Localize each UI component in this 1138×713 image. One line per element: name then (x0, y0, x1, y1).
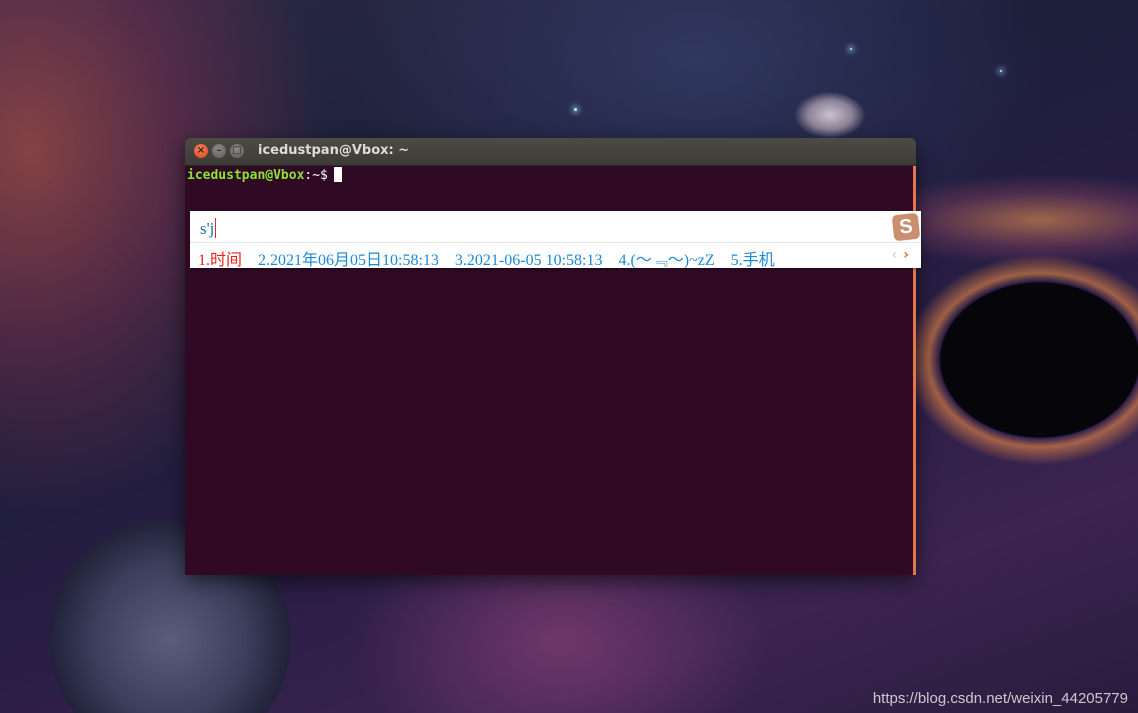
ime-divider (190, 242, 921, 243)
close-icon: × (196, 145, 206, 156)
chevron-right-icon[interactable]: › (903, 247, 909, 263)
close-button[interactable]: × (194, 144, 208, 158)
candidate-3[interactable]: 3.2021-06-05 10:58:13 (455, 252, 603, 269)
minimize-icon: – (216, 145, 222, 156)
ime-pager: ‹ › (892, 247, 909, 263)
prompt-user: icedustpan@Vbox (187, 168, 305, 183)
candidate-2[interactable]: 2.2021年06月05日10:58:13 (258, 252, 439, 269)
star-decoration (850, 48, 852, 50)
star-decoration (574, 108, 577, 111)
candidate-4[interactable]: 4.(～﹃～)~zZ (618, 252, 714, 269)
window-title: icedustpan@Vbox: ~ (258, 143, 410, 158)
window-titlebar[interactable]: × – □ icedustpan@Vbox: ~ (185, 138, 916, 166)
chevron-left-icon[interactable]: ‹ (892, 247, 898, 263)
candidate-1[interactable]: 1.时间 (198, 252, 242, 269)
ime-input-text: s'j (200, 219, 215, 238)
watermark-url: https://blog.csdn.net/weixin_44205779 (872, 690, 1128, 707)
ime-candidate-window[interactable]: s'j S 1.时间 2.2021年06月05日10:58:13 3.2021-… (190, 211, 921, 270)
star-decoration (1000, 70, 1002, 72)
maximize-button[interactable]: □ (230, 144, 244, 158)
sogou-logo-icon[interactable]: S (891, 212, 921, 242)
minimize-button[interactable]: – (212, 144, 226, 158)
text-cursor (333, 167, 342, 182)
ime-candidate-list: 1.时间 2.2021年06月05日10:58:13 3.2021-06-05 … (198, 246, 787, 270)
terminal-window[interactable]: × – □ icedustpan@Vbox: ~ icedustpan@Vbox… (185, 138, 916, 575)
maximize-icon: □ (232, 145, 242, 156)
ime-composition: s'j (200, 218, 217, 239)
ime-caret (215, 218, 217, 238)
prompt-path: ~$ (312, 168, 328, 183)
candidate-5[interactable]: 5.手机 (731, 252, 775, 269)
astronaut-decoration (795, 92, 865, 138)
